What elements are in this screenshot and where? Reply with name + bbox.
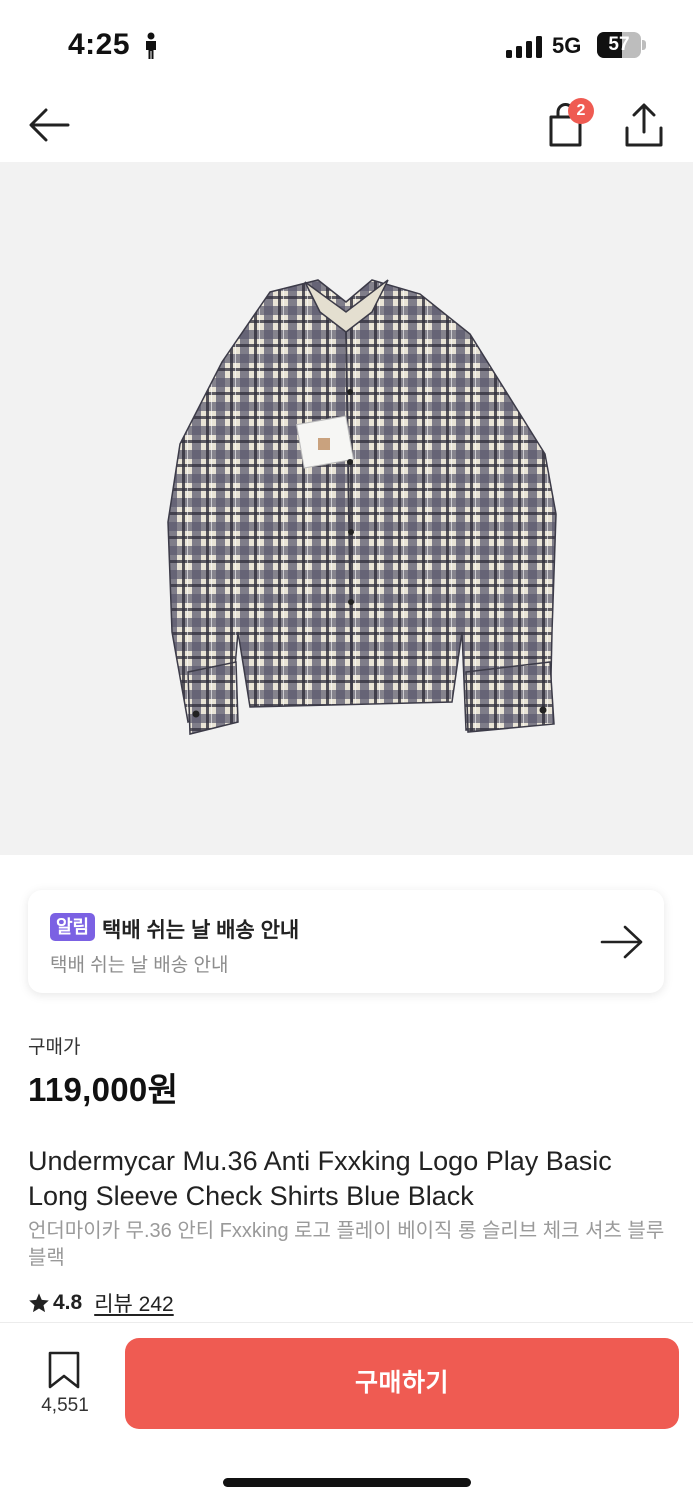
status-bar: 4:25 5G 57	[0, 0, 693, 90]
notice-subtitle: 택배 쉬는 날 배송 안내	[50, 955, 229, 976]
price-label: 구매가	[28, 1037, 81, 1058]
top-nav: 2	[0, 90, 693, 162]
product-image[interactable]	[0, 162, 693, 855]
star-icon	[29, 1293, 49, 1313]
review-link[interactable]: 리뷰 242	[94, 1288, 174, 1318]
delivery-notice-card[interactable]: 알림 택배 쉬는 날 배송 안내 택배 쉬는 날 배송 안내	[28, 890, 664, 993]
product-title: Undermycar Mu.36 Anti Fxxking Logo Play …	[28, 1146, 612, 1211]
rating-score: 4.8	[53, 1291, 83, 1314]
person-icon	[146, 32, 156, 59]
cart-badge: 2	[568, 98, 594, 124]
battery-level: 57	[608, 34, 630, 55]
bottom-action-bar: 4,551 구매하기	[0, 1322, 693, 1500]
status-time: 4:25	[68, 28, 131, 61]
bookmark-icon	[48, 1351, 80, 1389]
product-subtitle: 언더마이카 무.36 안티 Fxxking 로고 플레이 베이직 롱 슬리브 체…	[28, 1220, 665, 1269]
notice-badge: 알림	[50, 913, 96, 941]
notice-title: 택배 쉬는 날 배송 안내	[102, 919, 300, 942]
cart-button[interactable]: 2	[544, 98, 594, 150]
signal-icon	[506, 36, 542, 58]
home-indicator	[223, 1478, 471, 1487]
wishlist-button[interactable]: 4,551	[30, 1349, 100, 1419]
battery-indicator: 57	[597, 32, 647, 58]
share-icon[interactable]	[622, 100, 666, 150]
network-label: 5G	[552, 33, 582, 58]
wishlist-count: 4,551	[41, 1395, 89, 1416]
buy-button[interactable]: 구매하기	[125, 1338, 679, 1429]
price-value: 119,000원	[28, 1071, 179, 1108]
arrow-left-icon[interactable]	[26, 102, 72, 148]
arrow-right-icon[interactable]	[600, 924, 644, 960]
rating-row: 4.8 리뷰 242	[28, 1289, 174, 1317]
plaid-shirt-photo	[167, 279, 557, 735]
